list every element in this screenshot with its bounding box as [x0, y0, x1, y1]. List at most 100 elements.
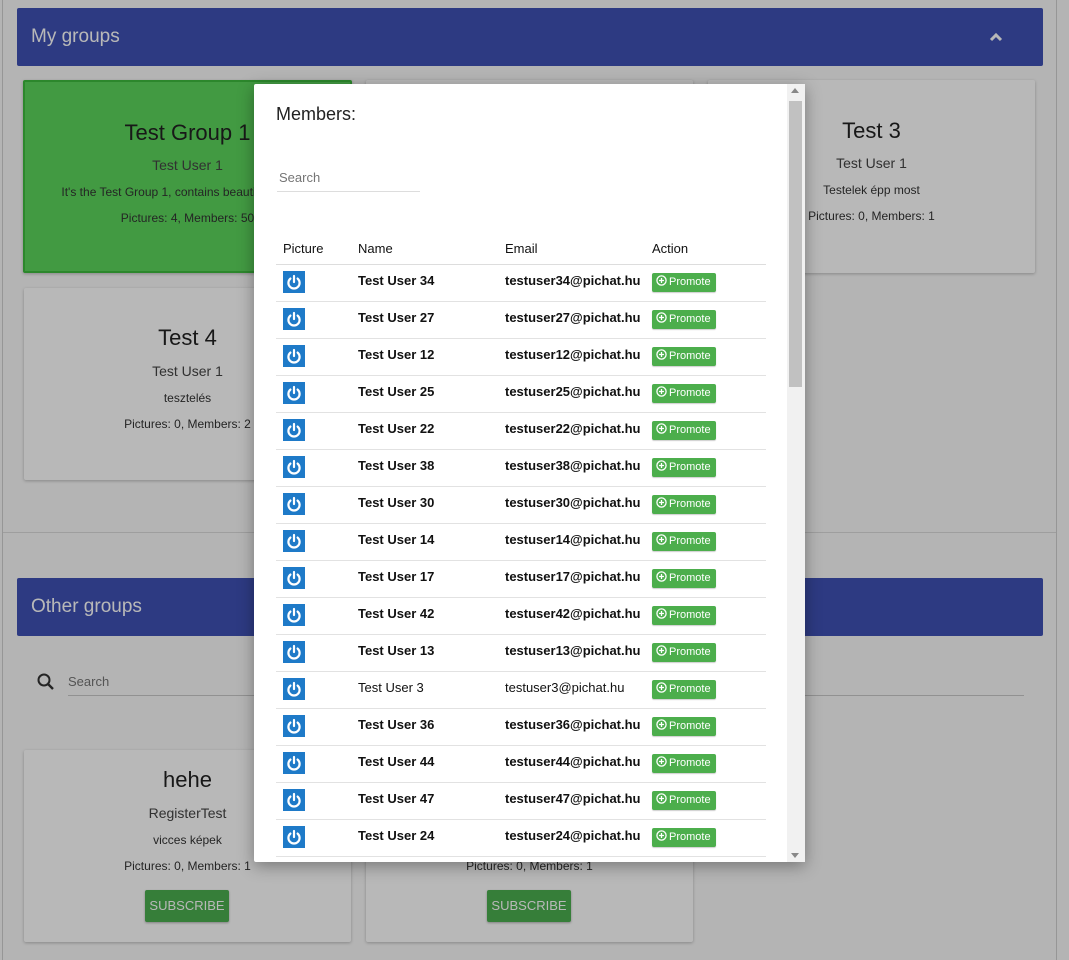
- promote-label: Promote: [669, 682, 711, 695]
- power-icon[interactable]: [283, 344, 305, 367]
- member-name: Test User 30: [358, 486, 505, 524]
- picture-cell: [276, 634, 358, 672]
- member-email: testuser34@pichat.hu: [505, 264, 652, 302]
- plus-circle-icon: [656, 607, 667, 619]
- column-header-email: Email: [505, 234, 652, 265]
- promote-label: Promote: [669, 423, 711, 436]
- member-name: Test User 36: [358, 708, 505, 746]
- plus-circle-icon: [656, 496, 667, 508]
- member-name: Test User 47: [358, 782, 505, 820]
- picture-cell: [276, 745, 358, 783]
- members-search-input[interactable]: [277, 164, 420, 192]
- promote-button[interactable]: Promote: [652, 605, 716, 625]
- power-icon[interactable]: [283, 825, 305, 848]
- member-email: testuser17@pichat.hu: [505, 560, 652, 598]
- scroll-up-arrow-icon[interactable]: [791, 88, 799, 93]
- table-row: Test User 36 testuser36@pichat.hu Promote: [276, 708, 766, 746]
- power-icon[interactable]: [283, 751, 305, 774]
- power-icon[interactable]: [283, 677, 305, 700]
- member-name: Test User 25: [358, 375, 505, 413]
- scroll-down-arrow-icon[interactable]: [791, 853, 799, 858]
- modal-scrollbar[interactable]: [787, 84, 805, 862]
- member-name: Test User 42: [358, 597, 505, 635]
- power-icon[interactable]: [283, 566, 305, 589]
- plus-circle-icon: [656, 755, 667, 767]
- promote-label: Promote: [669, 497, 711, 510]
- power-icon[interactable]: [283, 492, 305, 515]
- promote-button[interactable]: Promote: [652, 716, 716, 736]
- column-header-action: Action: [652, 234, 766, 265]
- member-name: Test User 24: [358, 819, 505, 857]
- member-name: Test User 22: [358, 412, 505, 450]
- power-icon[interactable]: [283, 381, 305, 404]
- promote-button[interactable]: Promote: [652, 346, 716, 366]
- member-email: testuser47@pichat.hu: [505, 782, 652, 820]
- promote-button[interactable]: Promote: [652, 457, 716, 477]
- member-email: testuser22@pichat.hu: [505, 412, 652, 450]
- action-cell: Promote: [652, 634, 766, 672]
- table-header-row: Picture Name Email Action: [276, 234, 766, 265]
- action-cell: Promote: [652, 338, 766, 376]
- plus-circle-icon: [656, 311, 667, 323]
- table-row: Test User 17 testuser17@pichat.hu Promote: [276, 560, 766, 598]
- promote-button[interactable]: Promote: [652, 753, 716, 773]
- plus-circle-icon: [656, 274, 667, 286]
- promote-label: Promote: [669, 608, 711, 621]
- power-icon[interactable]: [283, 640, 305, 663]
- promote-button[interactable]: Promote: [652, 420, 716, 440]
- member-email: testuser12@pichat.hu: [505, 338, 652, 376]
- column-header-name: Name: [358, 234, 505, 265]
- power-icon[interactable]: [283, 418, 305, 441]
- promote-button[interactable]: Promote: [652, 494, 716, 514]
- promote-button[interactable]: Promote: [652, 383, 716, 403]
- promote-button[interactable]: Promote: [652, 568, 716, 588]
- member-name: Test User 38: [358, 449, 505, 487]
- table-row: Test User 22 testuser22@pichat.hu Promote: [276, 412, 766, 450]
- promote-button[interactable]: Promote: [652, 642, 716, 662]
- table-row: Test User 3 testuser3@pichat.hu Promote: [276, 671, 766, 709]
- plus-circle-icon: [656, 718, 667, 730]
- scrollbar-thumb[interactable]: [789, 101, 802, 387]
- member-email: testuser13@pichat.hu: [505, 634, 652, 672]
- promote-button[interactable]: Promote: [652, 679, 716, 699]
- power-icon[interactable]: [283, 307, 305, 330]
- member-name: Test User 14: [358, 523, 505, 561]
- power-icon[interactable]: [283, 529, 305, 552]
- picture-cell: [276, 338, 358, 376]
- promote-button[interactable]: Promote: [652, 531, 716, 551]
- promote-label: Promote: [669, 830, 711, 843]
- plus-circle-icon: [656, 348, 667, 360]
- promote-label: Promote: [669, 534, 711, 547]
- plus-circle-icon: [656, 422, 667, 434]
- promote-button[interactable]: Promote: [652, 309, 716, 329]
- power-icon[interactable]: [283, 455, 305, 478]
- promote-button[interactable]: Promote: [652, 790, 716, 810]
- promote-button[interactable]: Promote: [652, 827, 716, 847]
- promote-label: Promote: [669, 719, 711, 732]
- action-cell: Promote: [652, 301, 766, 339]
- picture-cell: [276, 560, 358, 598]
- promote-label: Promote: [669, 386, 711, 399]
- table-row: Test User 27 testuser27@pichat.hu Promote: [276, 301, 766, 339]
- member-name: Test User 34: [358, 264, 505, 302]
- power-icon[interactable]: [283, 603, 305, 626]
- picture-cell: [276, 671, 358, 709]
- promote-label: Promote: [669, 793, 711, 806]
- members-table: Picture Name Email Action Test User 34 te…: [276, 234, 766, 857]
- plus-circle-icon: [656, 792, 667, 804]
- action-cell: Promote: [652, 782, 766, 820]
- plus-circle-icon: [656, 459, 667, 471]
- promote-button[interactable]: Promote: [652, 272, 716, 292]
- power-icon[interactable]: [283, 714, 305, 737]
- power-icon[interactable]: [283, 788, 305, 811]
- member-name: Test User 13: [358, 634, 505, 672]
- action-cell: Promote: [652, 745, 766, 783]
- action-cell: Promote: [652, 523, 766, 561]
- member-email: testuser24@pichat.hu: [505, 819, 652, 857]
- member-email: testuser36@pichat.hu: [505, 708, 652, 746]
- action-cell: Promote: [652, 597, 766, 635]
- power-icon[interactable]: [283, 270, 305, 293]
- member-email: testuser44@pichat.hu: [505, 745, 652, 783]
- member-name: Test User 12: [358, 338, 505, 376]
- action-cell: Promote: [652, 671, 766, 709]
